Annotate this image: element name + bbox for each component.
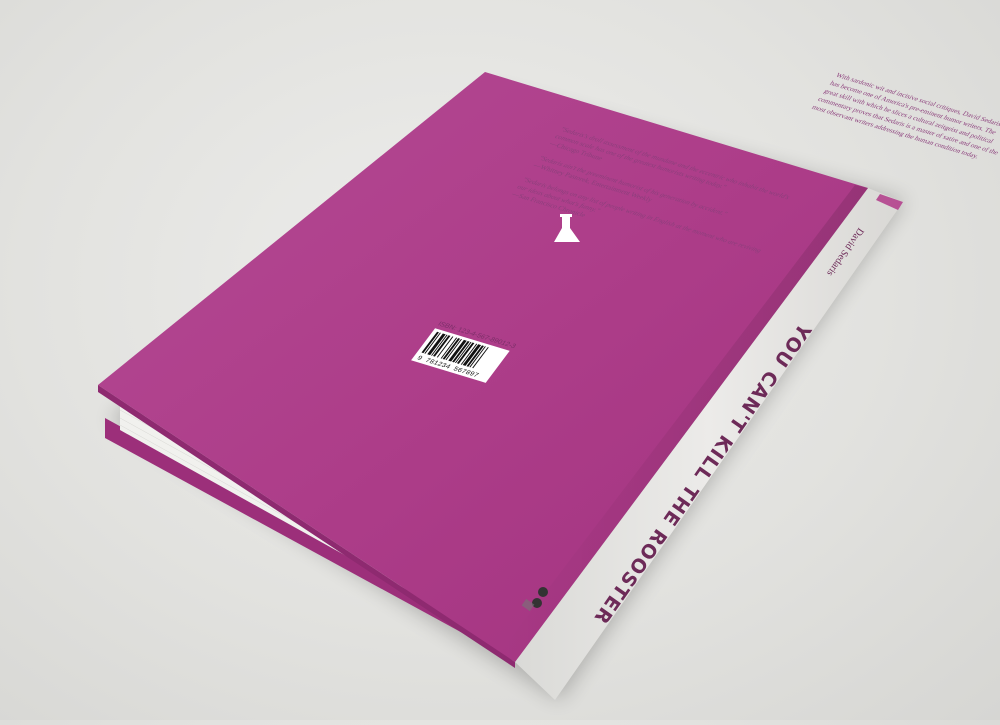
book-mockup: With sardonic wit and incisive social cr… bbox=[98, 72, 1000, 700]
intro-block: With sardonic wit and incisive social cr… bbox=[810, 72, 1000, 161]
book-scene: With sardonic wit and incisive social cr… bbox=[0, 0, 1000, 720]
